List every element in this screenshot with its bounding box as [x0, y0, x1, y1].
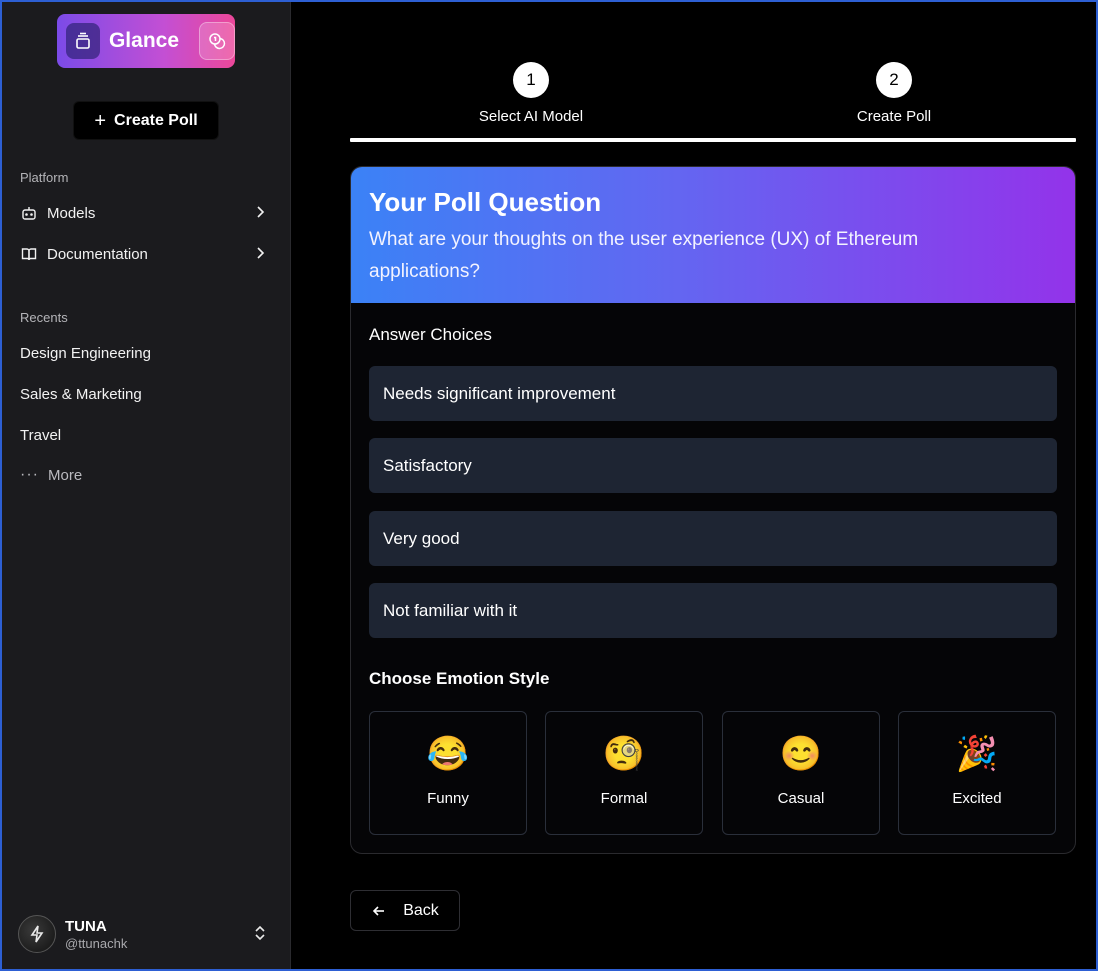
step-label: Select AI Model [478, 108, 584, 125]
create-poll-button[interactable]: + Create Poll [73, 101, 219, 140]
poll-title: Your Poll Question [369, 187, 602, 217]
smiling-emoji-icon: 😊 [779, 735, 823, 773]
step-select-model[interactable]: 1 Select AI Model [431, 62, 631, 125]
poll-question: What are your thoughts on the user exper… [369, 229, 919, 282]
chevrons-up-down-icon[interactable] [252, 924, 268, 947]
bot-icon [20, 204, 38, 222]
more-button[interactable]: ··· More [20, 466, 82, 484]
step-label: Create Poll [856, 108, 932, 125]
chevron-right-icon [252, 204, 268, 224]
app-logo[interactable]: Glance [57, 14, 235, 68]
emotion-label: Funny [427, 790, 469, 807]
answer-choice[interactable]: Satisfactory [369, 438, 1057, 493]
sidebar-item-label: Models [47, 204, 96, 222]
sidebar: Glance + Create Poll Platform Models Doc… [0, 0, 291, 971]
coins-icon [199, 22, 235, 60]
step-number: 2 [876, 62, 912, 98]
answer-choice[interactable]: Not familiar with it [369, 583, 1057, 638]
emotion-label: Excited [952, 790, 1002, 807]
stepper: 1 Select AI Model 2 Create Poll [350, 62, 1076, 143]
chevron-right-icon [252, 245, 268, 265]
poll-header: Your Poll Question What are your thought… [351, 167, 1075, 303]
logo-icon [66, 23, 100, 59]
user-handle: @ttunachk [65, 935, 128, 951]
sidebar-item-models[interactable]: Models [20, 200, 272, 226]
emotion-style-label: Choose Emotion Style [369, 669, 550, 688]
sidebar-item-documentation[interactable]: Documentation [20, 241, 272, 267]
emotion-label: Casual [777, 790, 825, 807]
recents-section-label: Recents [20, 310, 68, 325]
recent-item[interactable]: Sales & Marketing [20, 386, 142, 403]
recent-item[interactable]: Travel [20, 427, 61, 444]
plus-icon: + [94, 109, 107, 132]
emotion-option-funny[interactable]: 😂 Funny [369, 711, 527, 835]
app-name: Glance [108, 29, 180, 52]
ellipsis-icon: ··· [20, 466, 39, 483]
step-create-poll[interactable]: 2 Create Poll [794, 62, 994, 125]
emotion-option-formal[interactable]: 🧐 Formal [545, 711, 703, 835]
sidebar-item-label: Documentation [47, 245, 148, 263]
emotion-option-excited[interactable]: 🎉 Excited [898, 711, 1056, 835]
laughing-emoji-icon: 😂 [426, 735, 470, 773]
back-button[interactable]: Back [350, 890, 460, 931]
emotion-label: Formal [600, 790, 648, 807]
poll-card: Your Poll Question What are your thought… [350, 166, 1076, 854]
create-poll-label: Create Poll [114, 111, 198, 129]
step-number: 1 [513, 62, 549, 98]
monocle-emoji-icon: 🧐 [602, 735, 646, 773]
back-label: Back [403, 901, 439, 919]
platform-section-label: Platform [20, 170, 69, 185]
answer-choice[interactable]: Very good [369, 511, 1057, 566]
answer-choices-label: Answer Choices [369, 325, 492, 344]
more-label: More [47, 466, 83, 484]
user-menu[interactable]: TUNA @ttunachk [18, 913, 274, 955]
step-progress-line [350, 138, 1076, 142]
avatar [18, 915, 56, 953]
emotion-option-casual[interactable]: 😊 Casual [722, 711, 880, 835]
recent-item[interactable]: Design Engineering [20, 345, 151, 362]
party-popper-emoji-icon: 🎉 [955, 735, 999, 773]
user-name: TUNA [65, 917, 107, 935]
arrow-left-icon [371, 903, 387, 919]
answer-choice[interactable]: Needs significant improvement [369, 366, 1057, 421]
book-icon [20, 245, 38, 263]
